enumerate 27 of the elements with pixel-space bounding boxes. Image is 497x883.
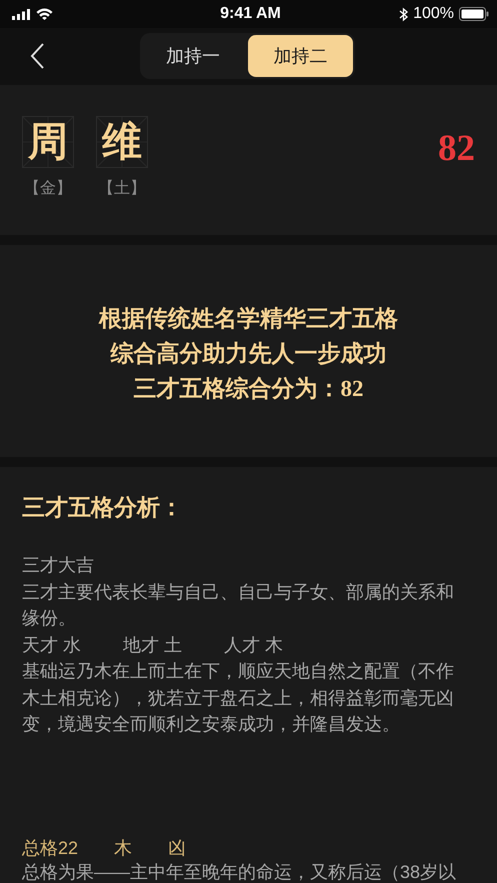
element-label: 【金】 — [24, 178, 72, 199]
sancai-item: 地才 土 — [123, 634, 182, 656]
total-grid-label: 总格22 — [22, 836, 78, 860]
sancai-item: 人才 木 — [224, 634, 284, 656]
name-character: 周 — [28, 122, 68, 162]
bluetooth-icon — [399, 6, 408, 22]
slogan-line: 综合高分助力先人一步成功 — [110, 340, 386, 368]
status-time: 9:41 AM — [220, 5, 281, 23]
battery-icon — [459, 7, 490, 21]
wifi-icon — [36, 8, 53, 20]
slogan-line: 三才五格综合分为：82 — [134, 374, 364, 402]
tab[interactable]: 加持一 — [140, 33, 246, 79]
total-grid-verdict: 凶 — [168, 836, 186, 860]
battery-percent: 100% — [413, 5, 454, 23]
slogan-line: 根据传统姓名学精华三才五格 — [99, 304, 398, 332]
sancai-description: 基础运乃木在上而土在下，顺应天地自然之配置（不作木土相克论），犹若立于盘石之上，相得益彰而毫无凶变，境遇安全而顺利之安泰成功，并隆昌发达。 — [22, 660, 455, 736]
sancai-item: 天才 水 — [22, 634, 82, 656]
signal-icon — [12, 8, 30, 20]
total-grid-description: 总格为果——主中年至晚年的命运，又称后运（38岁以 — [22, 861, 456, 883]
section-heading: 三才五格分析： — [22, 494, 184, 522]
name-character: 维 — [102, 122, 142, 162]
element-label: 【土】 — [98, 178, 146, 199]
tab[interactable]: 加持二 — [248, 35, 353, 77]
sancai-intro: 三才主要代表长辈与自己、自己与子女、部属的关系和缘份。 — [22, 580, 455, 630]
sancai-title: 三才大吉 — [22, 554, 95, 577]
total-grid-element: 木 — [114, 836, 132, 860]
name-score: 82 — [438, 127, 475, 170]
